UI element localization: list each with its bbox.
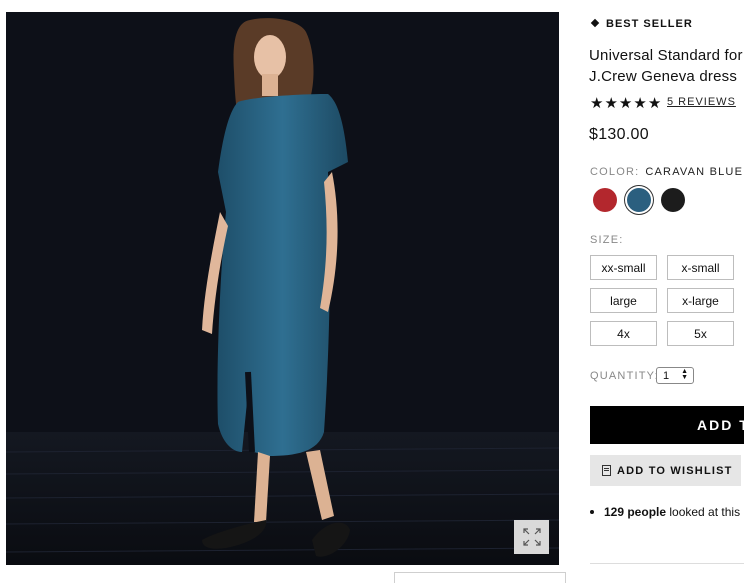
quantity-label: QUANTITY: [590,370,659,382]
color-swatch-caravan-blue[interactable] [627,188,651,212]
best-seller-badge: BEST SELLER [590,18,693,30]
viewer-count: 129 people [604,505,667,519]
expand-arrows-icon [522,528,541,546]
color-label: COLOR: CARAVAN BLUE [590,166,743,178]
divider [590,563,744,564]
star-icon: ★ [633,95,647,112]
star-icon: ★ [590,95,604,112]
diamond-icon [590,18,600,28]
clipboard-icon [602,465,611,476]
selected-color-name: CARAVAN BLUE [645,166,744,178]
product-title: Universal Standard for J.Crew Geneva dre… [589,47,743,85]
add-to-bag-button[interactable]: ADD TO BAG [590,406,744,444]
color-swatch-red[interactable] [593,188,617,212]
social-proof: 129 people looked at this [590,505,740,519]
size-option-large[interactable]: large [590,288,657,313]
bullet-icon [590,510,594,514]
rating-stars: ★ ★ ★ ★ ★ [590,96,661,112]
size-option-5x[interactable]: 5x [667,321,734,346]
add-to-wishlist-button[interactable]: ADD TO WISHLIST [590,455,741,486]
product-image [6,12,559,565]
model-photo [6,12,559,565]
quantity-value: 1 [663,369,670,382]
wishlist-label: ADD TO WISHLIST [617,464,733,477]
size-option-4x[interactable]: 4x [590,321,657,346]
color-swatch-black[interactable] [661,188,685,212]
reviews-link[interactable]: 5 REVIEWS [667,96,736,108]
badge-label: BEST SELLER [606,18,693,30]
expand-image-button[interactable] [514,520,549,554]
size-label: SIZE: [590,234,624,246]
social-proof-text: looked at this [666,505,741,519]
size-option-xx-small[interactable]: xx-small [590,255,657,280]
color-label-text: COLOR: [590,166,640,178]
product-price: $130.00 [589,126,649,143]
size-option-x-large[interactable]: x-large [667,288,734,313]
star-icon: ★ [647,95,662,112]
star-icon: ★ [618,95,633,112]
size-option-x-small[interactable]: x-small [667,255,734,280]
star-icon: ★ [604,95,618,112]
select-arrows-icon: ▲ ▼ [681,368,688,381]
quantity-select[interactable]: 1 ▲ ▼ [656,367,694,384]
